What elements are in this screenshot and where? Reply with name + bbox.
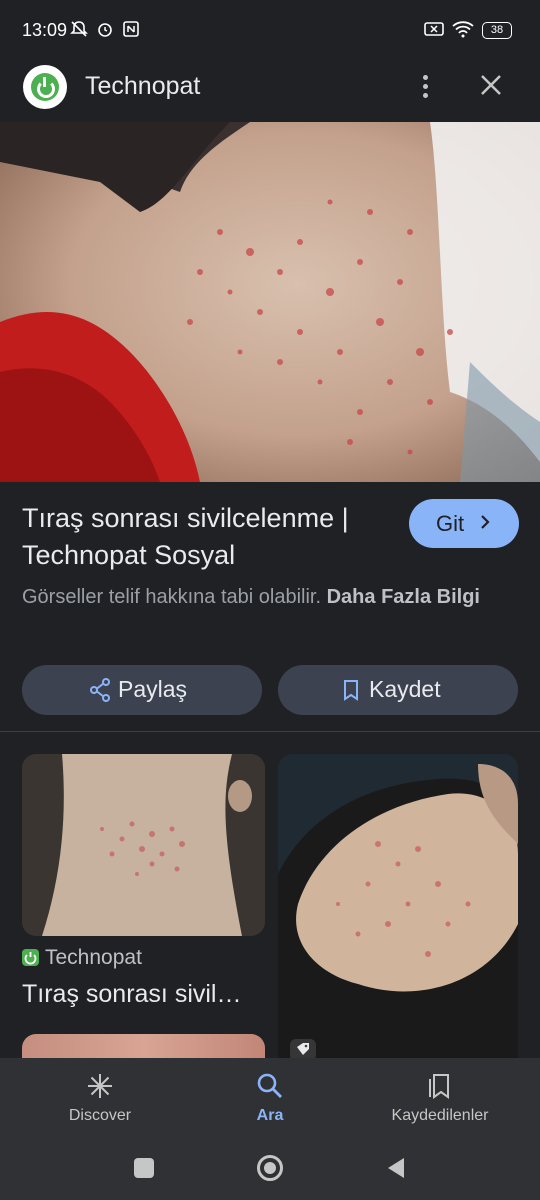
- viewer-header: Technopat: [0, 62, 540, 122]
- nav-search[interactable]: Ara: [210, 1058, 330, 1140]
- nav-discover-label: Discover: [68, 1107, 132, 1124]
- nav-saved-label: Kaydedilenler: [391, 1107, 489, 1124]
- asterisk-icon: [86, 1072, 114, 1105]
- chevron-right-icon: [479, 509, 493, 541]
- clock: 13:09: [22, 20, 68, 40]
- go-label: Git: [436, 511, 465, 536]
- sim-off-icon: [424, 20, 444, 43]
- save-button[interactable]: Kaydet: [278, 665, 518, 715]
- related-image-3[interactable]: [22, 1034, 265, 1058]
- related-title[interactable]: Tıraş sonrası sivil…: [22, 980, 267, 1009]
- power-icon: [31, 73, 59, 101]
- more-info-link[interactable]: Daha Fazla Bilgi: [327, 586, 480, 608]
- more-vert-icon[interactable]: [412, 68, 438, 104]
- bookmarks-icon: [426, 1072, 454, 1105]
- share-label: Paylaş: [118, 676, 188, 702]
- related-source: Technopat: [45, 946, 142, 969]
- bookmark-icon: [343, 679, 359, 707]
- neck-photo: [0, 122, 540, 482]
- search-icon: [256, 1072, 284, 1105]
- technopat-favicon: [22, 949, 39, 966]
- nfc-icon: [122, 20, 140, 43]
- system-nav-bar: [0, 1140, 540, 1200]
- back-button[interactable]: [386, 1157, 406, 1184]
- home-button[interactable]: [257, 1155, 283, 1181]
- nav-saved[interactable]: Kaydedilenler: [370, 1058, 510, 1140]
- wifi-icon: [452, 20, 474, 43]
- share-button[interactable]: Paylaş: [22, 665, 262, 715]
- save-label: Kaydet: [369, 676, 441, 702]
- mute-bell-icon: [70, 20, 88, 43]
- alarm-icon: [96, 20, 114, 43]
- related-image-2[interactable]: [278, 754, 518, 1058]
- technopat-logo: [23, 65, 67, 109]
- chin-photo: [278, 754, 518, 1058]
- main-image[interactable]: [0, 122, 540, 482]
- site-name: Technopat: [85, 72, 201, 100]
- battery-icon: 38: [482, 22, 512, 39]
- neck-back-photo: [22, 754, 265, 936]
- nav-search-label: Ara: [256, 1107, 284, 1124]
- close-icon[interactable]: [476, 70, 506, 100]
- copyright-text: Görseller telif hakkına tabi olabilir.: [22, 586, 322, 608]
- copyright-notice: Görseller telif hakkına tabi olabilir. D…: [22, 582, 512, 613]
- recents-button[interactable]: [134, 1158, 154, 1178]
- go-button[interactable]: Git: [409, 499, 519, 548]
- bottom-nav: Discover Ara Kaydedilenler: [0, 1058, 540, 1140]
- related-image-1[interactable]: [22, 754, 265, 936]
- divider: [0, 731, 540, 732]
- share-icon: [89, 678, 111, 708]
- status-bar: 13:09 38: [0, 0, 540, 62]
- result-title[interactable]: Tıraş sonrası sivilcelenme | Technopat S…: [22, 500, 397, 574]
- nav-discover[interactable]: Discover: [40, 1058, 160, 1140]
